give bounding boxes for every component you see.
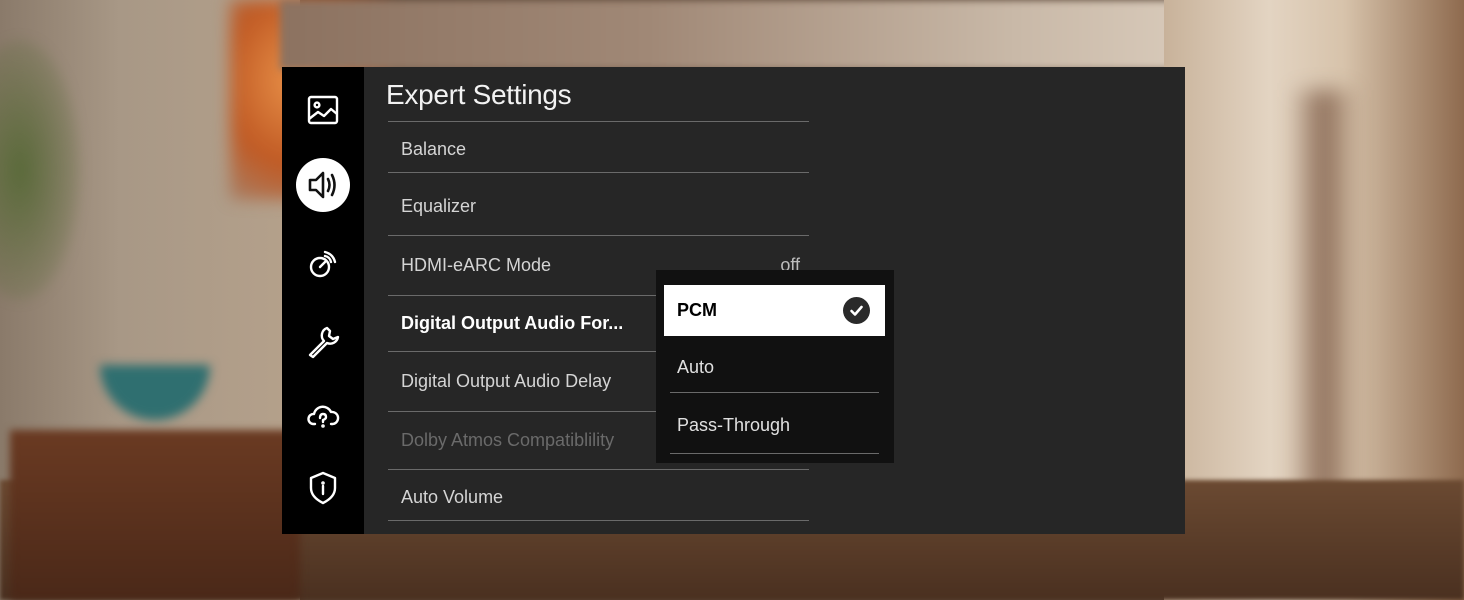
menu-item-label: Digital Output Audio Delay [401, 371, 612, 391]
sidebar-item-system[interactable] [296, 315, 350, 369]
menu-item-label: Balance [401, 139, 467, 159]
menu-item-label: Equalizer [401, 196, 477, 216]
option-label: Pass-Through [677, 415, 791, 435]
settings-panel: Expert Settings Balance Equalizer HDMI-e… [282, 67, 1185, 534]
option-auto[interactable]: Auto [670, 342, 879, 392]
cloud-question-icon [307, 405, 340, 428]
page-title: Expert Settings [386, 79, 572, 110]
option-label: Auto [677, 357, 715, 377]
shield-icon [309, 471, 337, 505]
option-pass-through[interactable]: Pass-Through [670, 400, 879, 450]
menu-item-auto-volume[interactable]: Auto Volume [388, 469, 809, 520]
audio-format-dropdown: PCM Auto Pass-Through [656, 270, 894, 463]
option-divider [670, 392, 879, 393]
menu-divider [388, 520, 809, 521]
sidebar-item-privacy[interactable] [296, 461, 350, 515]
menu-item-label: Auto Volume [401, 487, 504, 507]
menu-item-balance[interactable]: Balance [388, 121, 809, 172]
wrench-icon [308, 326, 340, 359]
menu-item-label: HDMI-eARC Mode [401, 255, 552, 275]
checkmark-icon [843, 297, 870, 324]
sidebar-item-picture[interactable] [296, 83, 350, 137]
settings-sidebar [282, 67, 364, 534]
option-pcm[interactable]: PCM [664, 285, 885, 336]
menu-item-label: Digital Output Audio For... [401, 313, 624, 333]
sidebar-item-sound[interactable] [296, 158, 350, 212]
network-icon [309, 250, 337, 278]
menu-item-label: Dolby Atmos Compatiblility [401, 430, 615, 450]
option-divider [670, 453, 879, 454]
speaker-icon [308, 171, 336, 199]
option-label: PCM [677, 300, 717, 320]
menu-item-equalizer[interactable]: Equalizer [388, 172, 809, 235]
sidebar-item-network[interactable] [296, 237, 350, 291]
picture-icon [307, 95, 339, 125]
sidebar-item-support[interactable] [296, 389, 350, 443]
